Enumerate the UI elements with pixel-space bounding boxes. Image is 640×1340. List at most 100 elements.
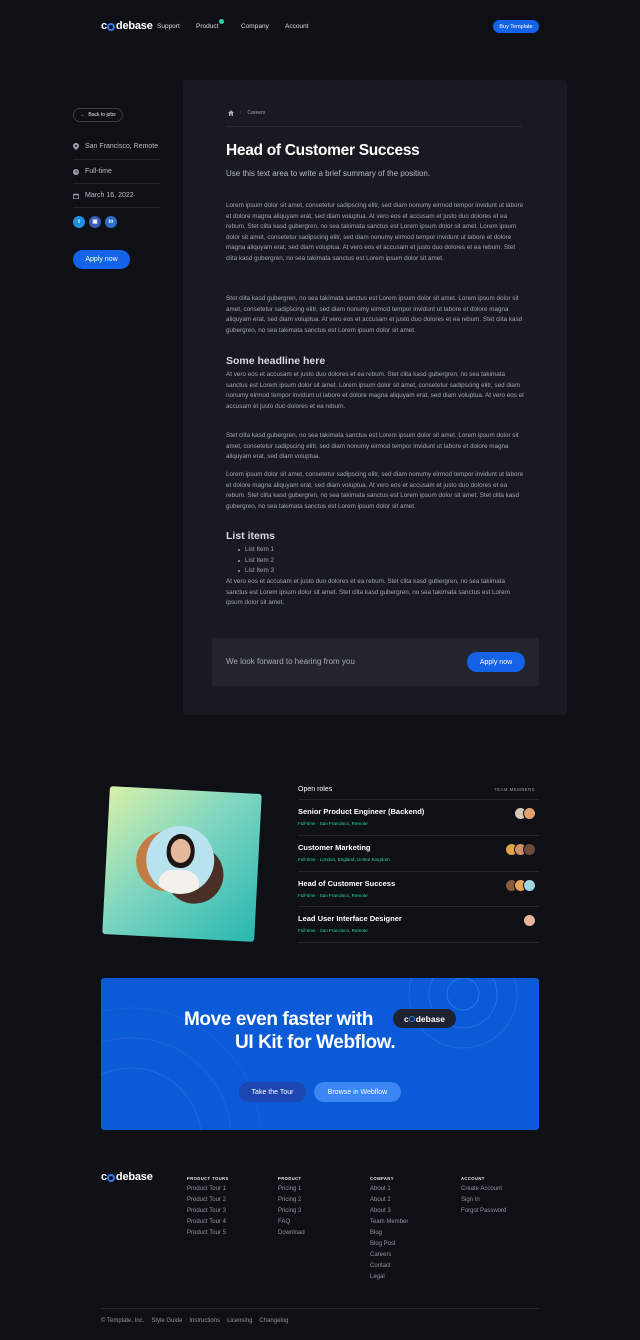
pill-logo-text: debase (415, 1013, 446, 1024)
footer-link[interactable]: Create Account (461, 1186, 506, 1192)
footer-link[interactable]: About 3 (370, 1208, 408, 1214)
apply-now-button[interactable]: Apply now (467, 652, 525, 672)
breadcrumb-separator: / (240, 110, 242, 116)
footer-link[interactable]: Product Tour 5 (187, 1230, 229, 1236)
section-headline: List items (226, 530, 276, 542)
footer-link[interactable]: Pricing 2 (278, 1197, 305, 1203)
avatar (523, 843, 536, 856)
avatar (523, 879, 536, 892)
role-location: San Francisco, Remote (319, 928, 368, 933)
avatar (523, 807, 536, 820)
nav-product-label: Product (196, 23, 219, 30)
browse-in-webflow-button[interactable]: Browse in Webflow (314, 1082, 401, 1102)
footer-link[interactable]: Careers (370, 1252, 408, 1258)
divider (73, 159, 160, 160)
divider (73, 183, 160, 184)
copyright: © Template, Inc. (101, 1318, 145, 1324)
footer-link[interactable]: Product Tour 3 (187, 1208, 229, 1214)
page-title: Head of Customer Success (226, 142, 420, 159)
team-avatars (505, 878, 541, 894)
banner-title-line1: Move even faster with (184, 1009, 374, 1030)
logo-letter: c (101, 20, 107, 32)
buy-template-button[interactable]: Buy Template (493, 20, 539, 33)
footer-link[interactable]: FAQ (278, 1219, 305, 1225)
footer-link[interactable]: Forgot Password (461, 1208, 506, 1214)
role-location: London, England, United Kingdom (319, 857, 390, 862)
role-title: Head of Customer Success (298, 879, 396, 888)
nav-support[interactable]: Support (157, 23, 180, 30)
footer-link[interactable]: Pricing 3 (278, 1208, 305, 1214)
cta-text: We look forward to hearing from you (226, 657, 355, 666)
brand-logo[interactable]: c debase (101, 20, 153, 32)
paragraph: Lorem ipsum dolor sit amet, consetetur s… (226, 202, 524, 262)
twitter-icon[interactable]: t (73, 216, 85, 228)
footer-column-heading: PRODUCT (278, 1176, 302, 1181)
role-type: Full-time (298, 857, 316, 862)
divider (101, 1308, 539, 1309)
nav-product[interactable]: Product (196, 19, 225, 30)
footer-bottom-link[interactable]: Instructions (189, 1318, 220, 1324)
footer-bottom-links: © Template, Inc. Style Guide Instruction… (101, 1318, 288, 1324)
nav-account[interactable]: Account (285, 23, 309, 30)
location-row: San Francisco, Remote (73, 143, 158, 150)
footer-link[interactable]: Blog Post (370, 1241, 408, 1247)
team-photo (102, 786, 262, 942)
footer-link[interactable]: Product Tour 2 (187, 1197, 229, 1203)
divider (73, 207, 160, 208)
footer-bottom-link[interactable]: Changelog (259, 1318, 288, 1324)
paragraph: Lorem ipsum dolor sit amet, consetetur s… (226, 471, 524, 510)
pill-logo-letter: c (403, 1013, 409, 1024)
instagram-icon[interactable]: ▣ (89, 216, 101, 228)
banner-decoration (101, 978, 518, 1130)
footer-link[interactable]: Download (278, 1230, 305, 1236)
footer-link[interactable]: About 2 (370, 1197, 408, 1203)
role-title: Senior Product Engineer (Backend) (298, 807, 425, 816)
role-item[interactable]: Lead User Interface Designer Full-time ·… (298, 914, 402, 933)
role-type: Full-time (298, 893, 316, 898)
footer-link[interactable]: Pricing 1 (278, 1186, 305, 1192)
linkedin-icon[interactable]: in (105, 216, 117, 228)
calendar-icon (73, 193, 79, 199)
footer-logo[interactable]: c debase (101, 1171, 153, 1183)
footer-link[interactable]: Legal (370, 1274, 408, 1280)
team-members-label: TEAM MEMBERS (494, 787, 536, 792)
footer-column-heading: PRODUCT TOURS (187, 1176, 229, 1181)
nav-company[interactable]: Company (241, 23, 269, 30)
divider (298, 942, 539, 943)
role-meta: Full-time · San Francisco, Remote (298, 821, 368, 826)
footer-link[interactable]: Product Tour 4 (187, 1219, 229, 1225)
breadcrumb-careers[interactable]: Careers (247, 110, 265, 116)
back-to-jobs-button[interactable]: ← Back to jobs (73, 108, 123, 122)
team-avatars (514, 806, 542, 822)
paragraph: Stet clita kasd gubergren, no sea takima… (226, 432, 519, 460)
list-item: List Item 1 (238, 546, 274, 553)
role-type: Full-time (298, 928, 316, 933)
footer-bottom-link[interactable]: Style Guide (151, 1318, 182, 1324)
role-title: Customer Marketing (298, 843, 371, 852)
footer-column-heading: ACCOUNT (461, 1176, 485, 1181)
footer-link[interactable]: Sign In (461, 1197, 506, 1203)
footer-link[interactable]: Contact (370, 1263, 408, 1269)
home-icon[interactable] (228, 110, 234, 116)
list-item: List Item 2 (238, 557, 274, 564)
banner-logo-pill: c debase (393, 1009, 456, 1028)
footer-link[interactable]: Blog (370, 1230, 408, 1236)
divider (298, 906, 539, 907)
apply-now-sidebar-button[interactable]: Apply now (73, 250, 130, 269)
footer-link[interactable]: About 1 (370, 1186, 408, 1192)
arrow-left-icon: ← (80, 112, 86, 118)
social-links: t ▣ in (73, 216, 117, 228)
footer-link[interactable]: Team Member (370, 1219, 408, 1225)
date-row: March 16, 2022 (73, 192, 134, 199)
role-item[interactable]: Head of Customer Success Full-time · San… (298, 879, 395, 898)
role-meta: Full-time · London, England, United King… (298, 857, 390, 862)
footer-link[interactable]: Product Tour 1 (187, 1186, 229, 1192)
take-the-tour-button[interactable]: Take the Tour (239, 1082, 306, 1102)
role-item[interactable]: Customer Marketing Full-time · London, E… (298, 843, 390, 862)
role-title: Lead User Interface Designer (298, 914, 402, 923)
divider (298, 871, 539, 872)
location-text: San Francisco, Remote (85, 143, 159, 150)
team-avatars (505, 842, 541, 858)
role-item[interactable]: Senior Product Engineer (Backend) Full-t… (298, 807, 424, 826)
footer-bottom-link[interactable]: Licensing (227, 1318, 252, 1324)
